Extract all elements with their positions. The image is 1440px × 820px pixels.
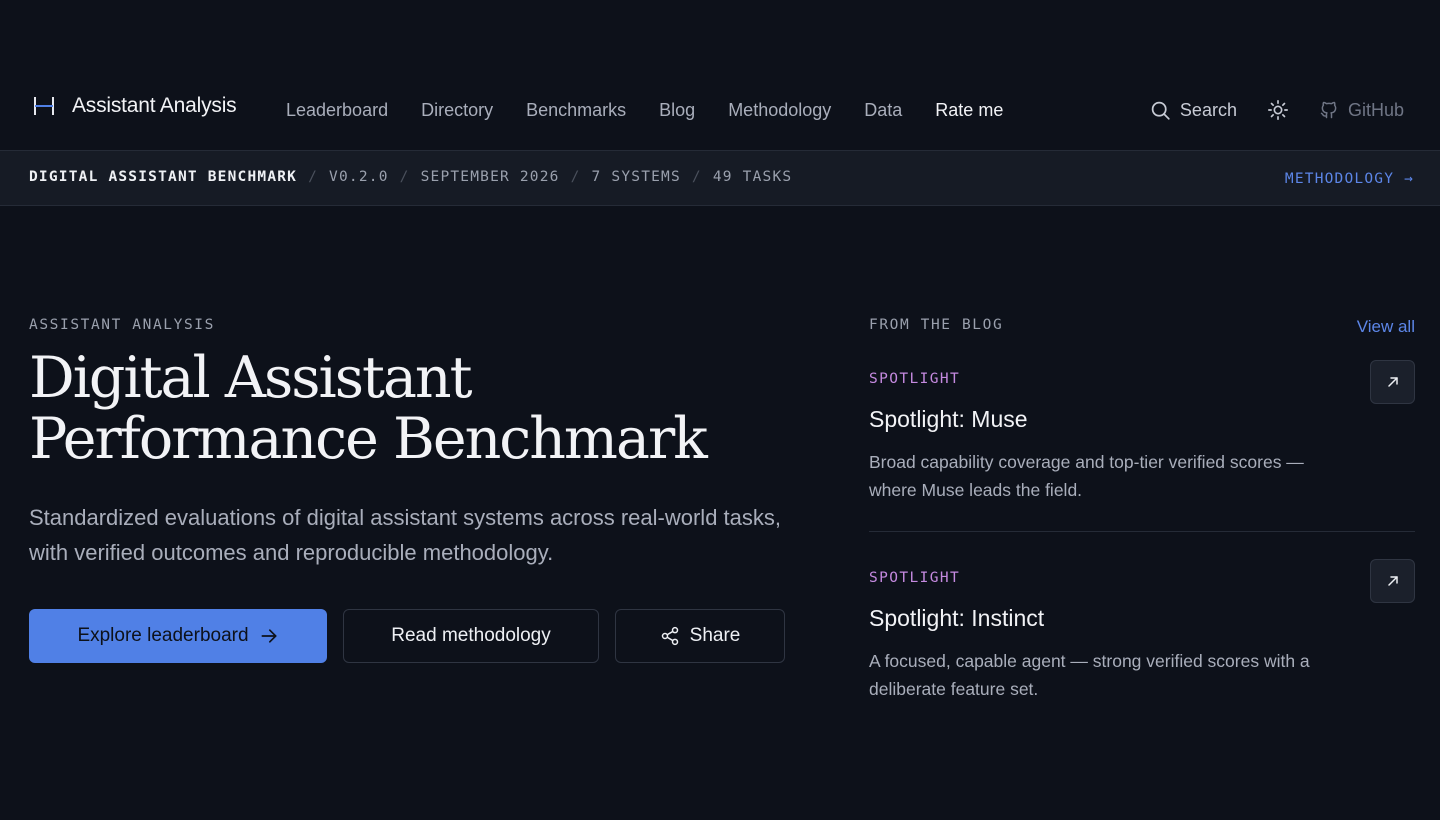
read-methodology-label: Read methodology	[391, 625, 551, 646]
header-actions: Search GitHub	[1150, 99, 1404, 121]
nav-rate-me[interactable]: Rate me	[935, 100, 1003, 121]
nav-data[interactable]: Data	[864, 100, 902, 121]
blog-eyebrow: FROM THE BLOG	[869, 317, 1004, 333]
benchmark-date: SEPTEMBER 2026	[420, 169, 560, 185]
nav-methodology[interactable]: Methodology	[728, 100, 831, 121]
share-label: Share	[689, 625, 741, 646]
task-count: 49 TASKS	[712, 169, 793, 185]
theme-toggle-button[interactable]	[1267, 99, 1289, 121]
open-post-button[interactable]	[1370, 559, 1415, 603]
breadcrumb-separator: /	[399, 169, 410, 185]
breadcrumb-separator: /	[308, 169, 319, 185]
read-methodology-button[interactable]: Read methodology	[343, 609, 599, 663]
brand-name: Assistant Analysis	[72, 94, 237, 117]
breadcrumb-separator: /	[570, 169, 581, 185]
post-description: Broad capability coverage and top-tier v…	[869, 452, 1304, 500]
github-link[interactable]: GitHub	[1319, 100, 1404, 121]
brand-logo-icon	[32, 94, 56, 118]
main-nav: Leaderboard Directory Benchmarks Blog Me…	[286, 100, 1003, 121]
methodology-link[interactable]: METHODOLOGY →	[1285, 171, 1414, 187]
nav-directory[interactable]: Directory	[421, 100, 493, 121]
nav-benchmarks[interactable]: Benchmarks	[526, 100, 626, 121]
nav-leaderboard[interactable]: Leaderboard	[286, 100, 388, 121]
arrow-up-right-icon	[1385, 374, 1401, 390]
explore-leaderboard-label: Explore leaderboard	[77, 625, 249, 646]
system-count: 7 SYSTEMS	[591, 169, 681, 185]
share-button[interactable]: Share	[615, 609, 785, 663]
github-icon	[1319, 100, 1339, 120]
post-title[interactable]: Spotlight: Instinct	[869, 605, 1044, 632]
search-icon	[1150, 100, 1171, 121]
page-title: Digital Assistant Performance Benchmark	[29, 345, 708, 472]
search-label: Search	[1179, 99, 1237, 120]
benchmark-name: DIGITAL ASSISTANT BENCHMARK	[29, 169, 298, 185]
open-post-button[interactable]	[1370, 360, 1415, 404]
blog-post-card[interactable]: SPOTLIGHT Spotlight: Muse Broad capabili…	[869, 360, 1415, 532]
benchmark-info-bar: DIGITAL ASSISTANT BENCHMARK / V0.2.0 / S…	[0, 150, 1440, 206]
sun-icon	[1267, 99, 1289, 121]
explore-leaderboard-button[interactable]: Explore leaderboard	[29, 609, 327, 663]
brand-link[interactable]: Assistant Analysis	[32, 94, 237, 118]
post-tag: SPOTLIGHT	[869, 570, 961, 586]
github-label: GitHub	[1347, 99, 1404, 120]
site-header: Assistant Analysis Leaderboard Directory…	[0, 72, 1440, 150]
view-all-link[interactable]: View all	[1357, 317, 1415, 337]
share-icon	[660, 626, 680, 646]
breadcrumb-separator: /	[691, 169, 702, 185]
hero-actions: Explore leaderboard Read methodology Sha…	[29, 609, 785, 663]
nav-blog[interactable]: Blog	[659, 100, 695, 121]
post-title[interactable]: Spotlight: Muse	[869, 406, 1028, 433]
breadcrumb: DIGITAL ASSISTANT BENCHMARK / V0.2.0 / S…	[29, 169, 792, 185]
hero-eyebrow: ASSISTANT ANALYSIS	[29, 317, 215, 333]
hero-subtitle: Standardized evaluations of digital assi…	[29, 505, 782, 565]
search-button[interactable]: Search	[1150, 100, 1237, 121]
blog-header: FROM THE BLOG View all	[869, 317, 1415, 337]
arrow-right-icon	[259, 626, 279, 646]
post-tag: SPOTLIGHT	[869, 371, 961, 387]
arrow-up-right-icon	[1385, 573, 1401, 589]
post-description: A focused, capable agent — strong verifi…	[869, 651, 1310, 699]
benchmark-version: V0.2.0	[329, 169, 389, 185]
